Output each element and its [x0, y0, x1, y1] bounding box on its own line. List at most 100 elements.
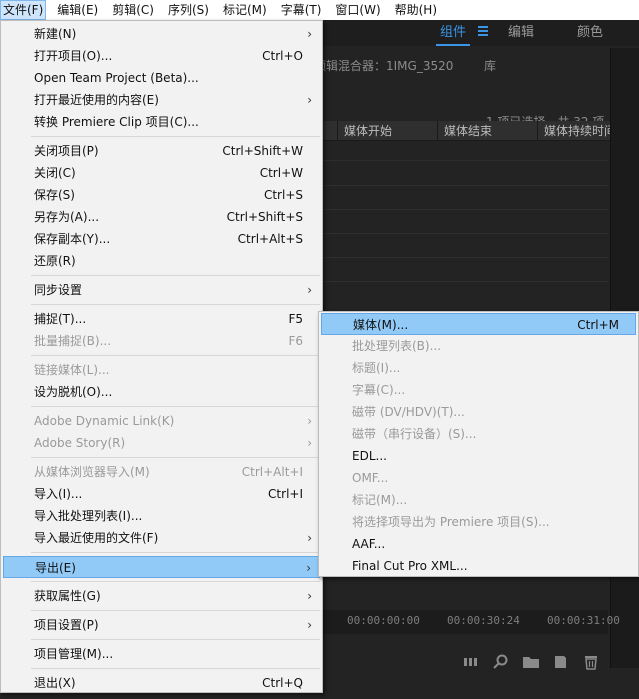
menu-item-label: 新建(N) [34, 27, 77, 41]
submenu-item-label: Final Cut Pro XML... [352, 559, 468, 573]
menu-edit[interactable]: 编辑(E) [54, 0, 101, 20]
menu-help[interactable]: 帮助(H) [392, 0, 440, 20]
export-submenu-item[interactable]: Final Cut Pro XML... [321, 555, 636, 577]
column-media-end[interactable]: 媒体结束 [437, 121, 537, 141]
menu-item-label: 项目设置(P) [34, 618, 99, 632]
file-menu-item[interactable]: 还原(R) [3, 250, 320, 272]
file-menu-item[interactable]: 捕捉(T)... F5 [3, 308, 320, 330]
menu-item-label: 退出(X) [34, 676, 76, 690]
file-menu-item[interactable]: 项目设置(P) › [3, 614, 320, 636]
menu-bar: 文件(F) 编辑(E) 剪辑(C) 序列(S) 标记(M) 字幕(T) 窗口(W… [0, 0, 639, 20]
menu-item-label: Adobe Story(R) [34, 436, 126, 450]
menu-item-label: 项目管理(M)... [34, 647, 114, 661]
timecode-end: 00:00:30:24 [447, 614, 520, 627]
menu-sequence[interactable]: 序列(S) [165, 0, 212, 20]
menu-window[interactable]: 窗口(W) [332, 0, 383, 20]
column-media-start[interactable]: 媒体开始 [337, 121, 437, 141]
workspace-tab-color[interactable]: 颜色 [577, 20, 603, 46]
menu-separator [31, 668, 320, 669]
menu-item-shortcut: Ctrl+S [263, 188, 303, 202]
menu-item-label: 获取属性(G) [34, 589, 101, 603]
chevron-right-icon: › [306, 561, 311, 575]
file-menu-item: Adobe Dynamic Link(K) › [3, 410, 320, 432]
export-submenu-item: 标题(I)... [321, 357, 636, 379]
file-menu-item[interactable]: 导出(E) › [3, 556, 320, 578]
export-submenu-item[interactable]: EDL... [321, 445, 636, 467]
file-menu-item[interactable]: 导入批处理列表(I)... [3, 505, 320, 527]
search-icon[interactable] [491, 652, 511, 672]
menu-separator [31, 457, 320, 458]
menu-spacer [157, 0, 165, 20]
file-menu-item[interactable]: 保存(S) Ctrl+S [3, 184, 320, 206]
menu-separator [31, 610, 320, 611]
chevron-right-icon: › [307, 589, 312, 603]
menu-item-label: 保存副本(Y)... [34, 232, 111, 246]
file-menu-item[interactable]: 打开项目(O)... Ctrl+O [3, 45, 320, 67]
file-menu-item[interactable]: 转换 Premiere Clip 项目(C)... [3, 111, 320, 133]
menu-item-label: 从媒体浏览器导入(M) [34, 465, 150, 479]
file-menu-item[interactable]: 新建(N) › [3, 23, 320, 45]
menu-item-shortcut: Ctrl+Q [262, 676, 303, 690]
menu-file[interactable]: 文件(F) [0, 0, 47, 20]
menu-item-label: 转换 Premiere Clip 项目(C)... [34, 115, 199, 129]
menu-spacer [46, 0, 54, 20]
file-menu-item[interactable]: 另存为(A)... Ctrl+Shift+S [3, 206, 320, 228]
export-submenu-item: 字幕(C)... [321, 379, 636, 401]
file-menu-item: 链接媒体(L)... [3, 359, 320, 381]
menu-separator [31, 304, 320, 305]
submenu-item-shortcut: Ctrl+M [577, 318, 619, 332]
chevron-right-icon: › [307, 531, 312, 545]
export-submenu-item[interactable]: 媒体(M)... Ctrl+M [321, 313, 636, 335]
file-menu-item[interactable]: Open Team Project (Beta)... [3, 67, 320, 89]
file-menu-item[interactable]: 关闭项目(P) Ctrl+Shift+W [3, 140, 320, 162]
export-submenu-item[interactable]: AAF... [321, 533, 636, 555]
export-submenu-item: 批处理列表(B)... [321, 335, 636, 357]
column-header: 媒体开始 媒体结束 媒体持续时间 [320, 121, 610, 141]
file-menu-item[interactable]: 项目管理(M)... [3, 643, 320, 665]
menu-item-shortcut: Ctrl+I [268, 487, 303, 501]
audio-clip-mixer-tab[interactable]: 频辑混合器：1IMG_3520 [314, 57, 453, 74]
hamburger-icon[interactable] [478, 26, 488, 36]
chevron-right-icon: › [307, 414, 312, 428]
libraries-tab[interactable]: 库 [484, 57, 496, 74]
file-menu-item[interactable]: 导入(I)... Ctrl+I [3, 483, 320, 505]
folder-icon[interactable] [521, 652, 541, 672]
menu-item-label: 另存为(A)... [34, 210, 100, 224]
submenu-item-label: 批处理列表(B)... [352, 339, 442, 353]
menu-spacer [101, 0, 109, 20]
bin-list-icon[interactable] [461, 652, 481, 672]
menu-item-label: 批量捕捉(B)... [34, 334, 112, 348]
file-menu-item[interactable]: 保存副本(Y)... Ctrl+Alt+S [3, 228, 320, 250]
menu-title[interactable]: 字幕(T) [278, 0, 325, 20]
workspace-tab-assembly[interactable]: 组件 [440, 20, 466, 46]
menu-separator [31, 639, 320, 640]
file-menu-item[interactable]: 打开最近使用的内容(E) › [3, 89, 320, 111]
menu-clip[interactable]: 剪辑(C) [109, 0, 157, 20]
submenu-item-label: 标题(I)... [352, 361, 401, 375]
file-menu-dropdown: 新建(N) › 打开项目(O)... Ctrl+O Open Team Project … [0, 20, 323, 693]
submenu-item-label: 媒体(M)... [353, 318, 409, 332]
project-toolbar [455, 652, 605, 674]
file-menu-item[interactable]: 同步设置 › [3, 279, 320, 301]
menu-item-label: 导出(E) [35, 561, 76, 575]
menu-item-label: 捕捉(T)... [34, 312, 87, 326]
menu-item-shortcut: Ctrl+Alt+I [241, 465, 303, 479]
timecode-duration: 00:00:31:00 [547, 614, 620, 627]
column-media-duration[interactable]: 媒体持续时间 [537, 121, 610, 141]
workspace-bar: 组件 编辑 颜色 [320, 20, 639, 46]
file-menu-item[interactable]: 获取属性(G) › [3, 585, 320, 607]
file-menu-item[interactable]: 导入最近使用的文件(F) › [3, 527, 320, 549]
active-tab-underline [436, 44, 470, 46]
submenu-item-label: OMF... [352, 471, 389, 485]
new-item-icon[interactable] [551, 652, 571, 672]
trash-icon[interactable] [581, 652, 601, 672]
menu-item-label: 打开项目(O)... [34, 49, 113, 63]
file-menu-item[interactable]: 设为脱机(O)... [3, 381, 320, 403]
menu-marker[interactable]: 标记(M) [220, 0, 270, 20]
workspace-tab-editing[interactable]: 编辑 [508, 20, 534, 46]
file-menu-item[interactable]: 退出(X) Ctrl+Q [3, 672, 320, 694]
file-menu-item[interactable]: 关闭(C) Ctrl+W [3, 162, 320, 184]
menu-separator [31, 552, 320, 553]
chevron-right-icon: › [307, 93, 312, 107]
menu-separator [31, 275, 320, 276]
